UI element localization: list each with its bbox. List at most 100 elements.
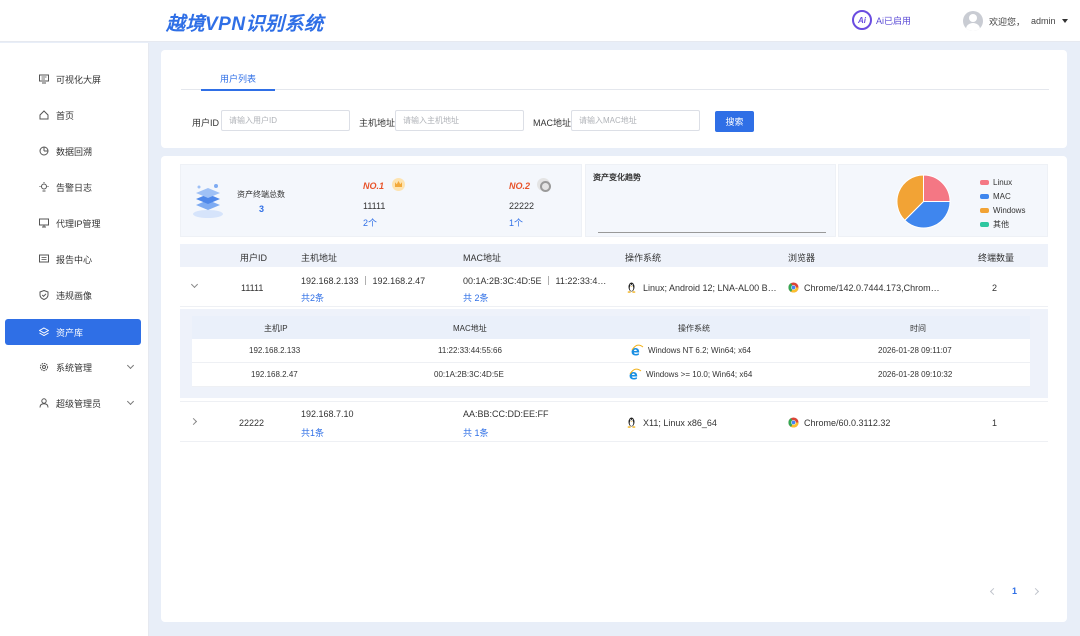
table-row[interactable]: 22222 192.168.7.10 共1条 AA:BB:CC:DD:EE:FF… [180, 401, 1048, 442]
chrome-icon [788, 417, 799, 428]
chrome-icon [788, 282, 799, 293]
server-stack-icon [193, 184, 223, 218]
user-id-cell: 11111 [241, 283, 264, 293]
mac-label: MAC地址 [533, 118, 571, 128]
tab-user-list[interactable]: 用户列表 [181, 66, 295, 91]
table-row[interactable]: 11111 192.168.2.133 ｜ 192.168.2.47 共2条 0… [180, 267, 1048, 307]
browser-cell: Chrome/60.0.3112.32 [804, 418, 891, 428]
mac-input[interactable] [571, 110, 700, 131]
sidebar-item-super-admin[interactable]: 超级管理员 [5, 390, 141, 416]
user-menu[interactable]: 欢迎您， admin [963, 11, 1068, 31]
monitor-icon [39, 218, 49, 228]
asset-trend-card: 资产变化趋势 [585, 164, 836, 237]
sidebar-item-label: 数据回溯 [56, 146, 93, 157]
ai-status[interactable]: Ai Ai已启用 [852, 10, 911, 30]
column-header: 主机IP [264, 324, 288, 333]
legend-item-windows[interactable]: Windows [980, 203, 1025, 217]
user-id-input[interactable] [221, 110, 350, 131]
column-header: 主机地址 [301, 253, 338, 263]
filter-panel: 用户列表 用户ID 主机地址 MAC地址 搜索 [161, 50, 1067, 148]
sidebar-item-label: 代理IP管理 [56, 218, 101, 229]
time-cell: 2026-01-28 09:10:32 [878, 370, 953, 379]
sidebar-item-asset-library[interactable]: 资产库 [5, 319, 141, 345]
pie-slice-linux[interactable] [923, 174, 951, 202]
host-count-link[interactable]: 共2条 [301, 291, 324, 304]
host-count-link[interactable]: 共1条 [301, 426, 324, 439]
legend-swatch [980, 179, 989, 185]
mac-count-link[interactable]: 共 1条 [463, 426, 489, 439]
user-id-cell: 22222 [239, 418, 265, 428]
legend-label: MAC [993, 191, 1011, 201]
sidebar-item-home[interactable]: 首页 [5, 102, 141, 128]
page-number[interactable]: 1 [1012, 586, 1017, 596]
app-title: 越境VPN识别系统 [166, 14, 324, 35]
table-header: 用户ID 主机地址 MAC地址 操作系统 浏览器 终端数量 [180, 244, 1048, 267]
chevron-down-icon [126, 361, 135, 370]
search-button[interactable]: 搜索 [715, 111, 754, 132]
monitor-icon [39, 74, 49, 84]
legend-label: 其他 [993, 219, 1009, 229]
column-header: 操作系统 [625, 253, 662, 263]
mac-count-link[interactable]: 共 2条 [463, 291, 489, 304]
sidebar-item-label: 资产库 [56, 327, 84, 338]
mac-cell: 00:1A:2B:3C:4D:5E ｜ 11:22:33:44:... [463, 276, 608, 286]
legend-item-mac[interactable]: MAC [980, 189, 1025, 203]
mac-cell: AA:BB:CC:DD:EE:FF [463, 409, 549, 419]
time-cell: 2026-01-28 09:11:07 [878, 346, 952, 355]
prev-page-icon[interactable] [989, 587, 998, 595]
sidebar-item-violation[interactable]: 违规画像 [5, 282, 141, 308]
sub-table: 主机IP MAC地址 操作系统 时间 192.168.2.133 11:22:3… [192, 316, 1030, 393]
legend-swatch [980, 221, 989, 227]
sidebar-item-label: 超级管理员 [56, 398, 102, 409]
rank-1-name: 11111 [363, 201, 386, 211]
rank-1-count[interactable]: 2个 [363, 216, 377, 229]
os-cell: Windows NT 6.2; Win64; x64 [648, 346, 752, 355]
user-icon [39, 398, 49, 408]
sidebar-item-label: 可视化大屏 [56, 74, 102, 85]
sidebar-item-label: 告警日志 [56, 182, 93, 193]
rank-2-badge: NO.2 [509, 181, 531, 191]
host-input[interactable] [395, 110, 524, 131]
legend-item-other[interactable]: 其他 [980, 217, 1025, 231]
sidebar-item-data-trace[interactable]: 数据回溯 [5, 138, 141, 164]
sidebar-item-alert-log[interactable]: 告警日志 [5, 174, 141, 200]
tab-bar: 用户列表 [181, 66, 1049, 91]
bulb-icon [39, 182, 49, 192]
mac-cell: 11:22:33:44:55:66 [438, 346, 502, 355]
sub-table-row: 192.168.2.133 11:22:33:44:55:66 e Window… [192, 339, 1030, 363]
chevron-right-icon[interactable] [189, 417, 198, 426]
ip-cell: 192.168.2.133 [249, 346, 301, 355]
pie-legend: Linux MAC Windows 其他 [980, 175, 1025, 231]
sidebar-item-system[interactable]: 系统管理 [5, 354, 141, 380]
ip-cell: 192.168.2.47 [251, 370, 298, 379]
legend-item-linux[interactable]: Linux [980, 175, 1025, 189]
rank-2-count[interactable]: 1个 [509, 216, 523, 229]
ie-browser-icon: e [631, 345, 644, 357]
chevron-down-icon[interactable] [190, 280, 199, 289]
avatar [963, 11, 983, 31]
asset-summary-card: 资产终端总数 3 NO.1 11111 2个 NO.2 22222 1个 [180, 164, 582, 237]
expanded-row-detail: 主机IP MAC地址 操作系统 时间 192.168.2.133 11:22:3… [180, 309, 1048, 398]
main-panel: 资产终端总数 3 NO.1 11111 2个 NO.2 22222 1个 资产变… [161, 156, 1067, 622]
ai-icon: Ai [852, 10, 872, 30]
sidebar-item-label: 系统管理 [56, 362, 93, 373]
terminal-count-cell: 1 [992, 418, 998, 428]
column-header: MAC地址 [463, 253, 501, 263]
sidebar-item-proxy-ip[interactable]: 代理IP管理 [5, 210, 141, 236]
sub-table-header: 主机IP MAC地址 操作系统 时间 [192, 316, 1030, 339]
home-icon [39, 110, 49, 120]
total-assets-label: 资产终端总数 [237, 190, 285, 199]
column-header: 用户ID [240, 253, 268, 263]
linux-penguin-icon [627, 417, 636, 428]
sidebar-item-dashboard[interactable]: 可视化大屏 [5, 66, 141, 92]
gear-icon [39, 362, 49, 372]
sidebar-item-label: 报告中心 [56, 254, 93, 265]
mac-cell: 00:1A:2B:3C:4D:5E [434, 370, 504, 379]
top-header: 越境VPN识别系统 Ai Ai已启用 欢迎您， admin [0, 0, 1080, 42]
host-label: 主机地址 [359, 118, 396, 128]
sidebar-item-report[interactable]: 报告中心 [5, 246, 141, 272]
rank-2-name: 22222 [509, 201, 535, 211]
sidebar-item-label: 首页 [56, 110, 75, 121]
next-page-icon[interactable] [1031, 587, 1040, 595]
column-header: 时间 [910, 324, 926, 333]
